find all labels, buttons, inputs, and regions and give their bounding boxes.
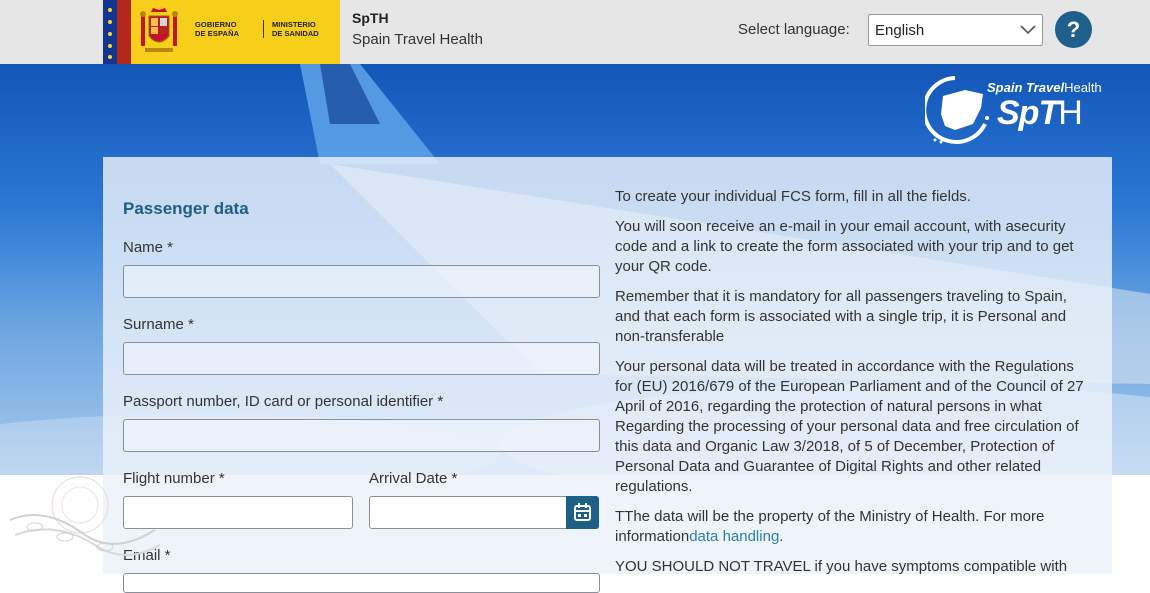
- spain-map-icon: [925, 76, 989, 144]
- top-header: GOBIERNO DE ESPAÑA MINISTERIO DE SANIDAD…: [0, 0, 1150, 64]
- help-button[interactable]: ?: [1055, 11, 1092, 48]
- email-input[interactable]: [123, 573, 600, 593]
- brand-tagline: Spain TravelHealth: [987, 80, 1102, 95]
- brand-name: SpTH: [997, 94, 1083, 132]
- language-label: Select language:: [738, 21, 850, 38]
- eu-flag-strip: [103, 0, 117, 64]
- app-full-name: Spain Travel Health: [352, 31, 483, 48]
- government-logo[interactable]: GOBIERNO DE ESPAÑA MINISTERIO DE SANIDAD: [103, 0, 340, 64]
- arrival-date-input[interactable]: [369, 496, 567, 529]
- chevron-down-icon: [1020, 25, 1036, 35]
- watermark-icon: [9, 476, 161, 556]
- calendar-icon: [574, 503, 591, 521]
- language-value: English: [875, 22, 925, 39]
- app-short-name: SpTH: [352, 10, 389, 26]
- ministry-name: MINISTERIO DE SANIDAD: [263, 20, 319, 38]
- name-input[interactable]: [123, 265, 600, 298]
- name-label: Name *: [123, 239, 174, 256]
- arrival-date-label: Arrival Date *: [369, 470, 458, 487]
- calendar-button[interactable]: [566, 496, 599, 529]
- info-paragraph: Remember that it is mandatory for all pa…: [615, 288, 1067, 345]
- info-paragraph: YOU SHOULD NOT TRAVEL if you have sympto…: [615, 558, 1068, 575]
- registration-card: Passenger data Name * Surname * Passport…: [103, 157, 1112, 593]
- language-select[interactable]: English: [868, 14, 1043, 46]
- data-handling-link[interactable]: data handling: [689, 528, 779, 545]
- info-paragraph: You will soon receive an e-mail in your …: [615, 218, 1074, 275]
- passport-input[interactable]: [123, 419, 600, 452]
- crest-icon: [140, 8, 178, 52]
- info-paragraph: To create your individual FCS form, fill…: [615, 188, 971, 205]
- spain-flag-strip: [117, 0, 131, 64]
- info-paragraph: TThe data will be the property of the Mi…: [615, 508, 1045, 545]
- spth-brand-logo: Spain TravelHealth SpTH: [925, 72, 1120, 152]
- passport-label: Passport number, ID card or personal ide…: [123, 393, 444, 410]
- info-panel: To create your individual FCS form, fill…: [615, 187, 1085, 587]
- government-name: GOBIERNO DE ESPAÑA: [195, 20, 240, 38]
- form-title: Passenger data: [123, 199, 249, 218]
- surname-label: Surname *: [123, 316, 194, 333]
- info-paragraph: Your personal data will be treated in ac…: [615, 358, 1084, 495]
- surname-input[interactable]: [123, 342, 600, 375]
- help-icon: ?: [1066, 17, 1081, 42]
